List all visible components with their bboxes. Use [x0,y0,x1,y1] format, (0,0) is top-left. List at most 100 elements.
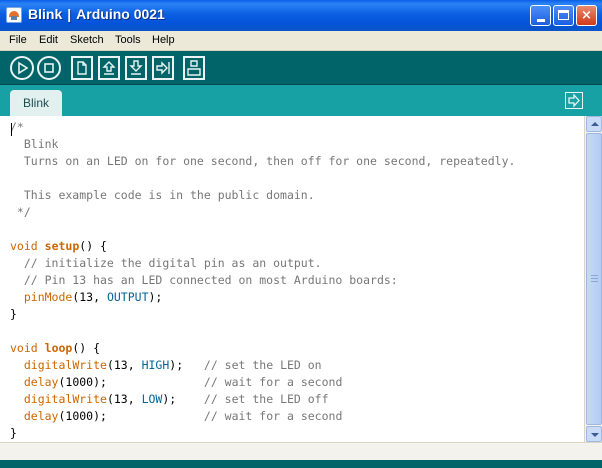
verify-button[interactable] [10,56,34,80]
grip-line [591,275,598,276]
code-token: loop [44,341,73,355]
title-sketch-name: Blink [28,6,63,22]
code-token: OUTPUT [106,290,149,304]
title-bar[interactable]: Blink | Arduino 0021 × [0,0,602,31]
code-editor[interactable]: /* Blink Turns on an LED on for one seco… [0,116,584,442]
chevron-down-icon [591,433,599,437]
code-token: (13, [72,290,107,304]
scroll-up-button[interactable] [586,116,602,132]
menu-file[interactable]: File [9,34,27,46]
title-app-name: Arduino 0021 [76,6,165,22]
save-button[interactable] [125,56,147,80]
download-arrow-icon [129,60,143,75]
code-line: */ [10,204,31,221]
code-line: } [10,425,17,442]
serial-monitor-icon [187,60,201,76]
code-line: } [10,306,17,323]
minimize-icon [537,19,545,22]
window-title: Blink | Arduino 0021 [28,6,165,22]
code-token: // Pin 13 has an LED connected on most A… [10,273,398,287]
code-token: void [10,341,38,355]
new-button[interactable] [71,56,93,80]
code-token: ); [162,392,204,406]
tab-menu-button[interactable] [565,92,583,109]
code-token: () { [79,239,107,253]
code-line: This example code is in the public domai… [10,187,315,204]
code-token: // set the LED off [203,392,329,406]
upload-button[interactable] [152,56,174,80]
stop-button[interactable] [37,56,61,80]
code-line: // initialize the digital pin as an outp… [10,255,322,272]
grip-line [591,281,598,282]
upload-arrow-icon [102,61,116,75]
menu-edit[interactable]: Edit [39,34,58,46]
code-token: pinMode [23,290,73,304]
code-token: // wait for a second [203,409,343,423]
code-token: (13, [106,392,142,406]
code-token: (1000); [58,409,204,423]
code-token: digitalWrite [23,358,107,372]
stop-icon [44,63,54,73]
maximize-icon [558,10,569,20]
code-token: HIGH [141,358,170,372]
close-icon: × [581,8,592,23]
code-token: (13, [106,358,142,372]
vertical-scrollbar[interactable] [584,116,602,442]
menu-sketch[interactable]: Sketch [70,34,104,46]
code-token: } [10,307,17,321]
code-line: digitalWrite(13, LOW); // set the LED of… [10,391,329,408]
code-token: Turns on an LED on for one second, then … [10,154,516,168]
code-token: delay [23,409,59,423]
code-token: setup [44,239,80,253]
text-caret [11,123,12,136]
arduino-app-icon [6,7,22,23]
code-line: // Pin 13 has an LED connected on most A… [10,272,398,289]
open-button[interactable] [98,56,120,80]
scroll-thumb[interactable] [586,133,602,425]
code-token: digitalWrite [23,392,107,406]
maximize-button[interactable] [553,5,574,26]
status-bar [0,460,602,468]
tab-blink[interactable]: Blink [10,90,62,116]
menu-tools[interactable]: Tools [115,34,141,46]
code-token: // wait for a second [203,375,343,389]
code-line: Turns on an LED on for one second, then … [10,153,516,170]
scroll-down-button[interactable] [586,426,602,442]
menu-help[interactable]: Help [152,34,175,46]
code-line: delay(1000); // wait for a second [10,408,343,425]
code-token: void [10,239,38,253]
minimize-button[interactable] [530,5,551,26]
chevron-up-icon [591,122,599,126]
tab-menu-arrow-icon [568,93,580,108]
code-token: Blink [10,137,59,151]
menu-bar: File Edit Sketch Tools Help [0,31,602,51]
code-token: // set the LED on [203,358,322,372]
code-token: ); [169,358,204,372]
grip-line [591,278,598,279]
code-token: LOW [141,392,163,406]
horizontal-scrollbar[interactable] [0,442,602,460]
code-token: ); [148,290,163,304]
code-line: /* [10,119,24,136]
code-line: pinMode(13, OUTPUT); [10,289,163,306]
serial-monitor-button[interactable] [183,56,205,80]
code-token: /* [10,120,24,134]
code-line: delay(1000); // wait for a second [10,374,343,391]
tab-strip: Blink [0,85,602,116]
code-token: delay [23,375,59,389]
title-separator: | [67,6,72,22]
play-icon [18,61,29,75]
close-button[interactable]: × [576,5,597,26]
right-arrow-icon [156,61,170,75]
toolbar [0,51,602,85]
code-token: (1000); [58,375,204,389]
code-line: void setup() { [10,238,107,255]
code-line: Blink [10,136,59,153]
